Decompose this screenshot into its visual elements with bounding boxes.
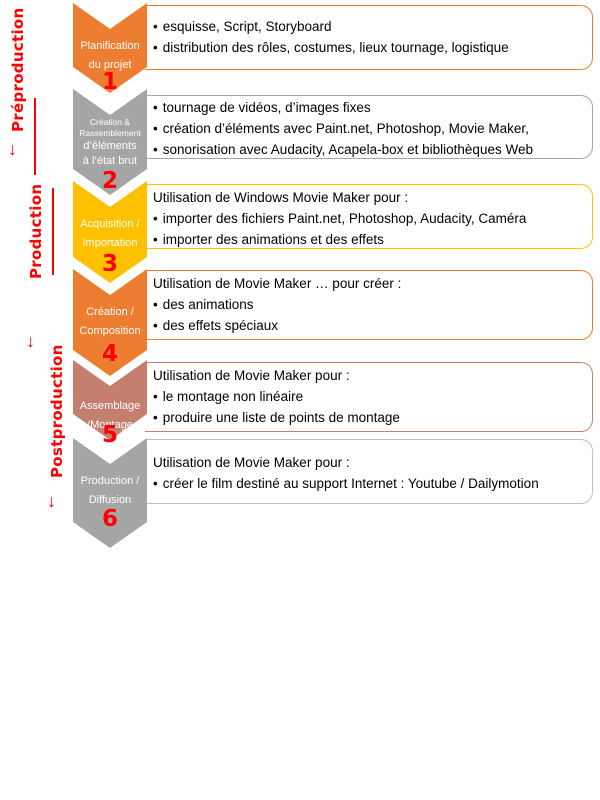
step-title-line: d’éléments <box>83 140 137 152</box>
step-title-line: Planification <box>80 40 140 52</box>
step-description-box-1: esquisse, Script, Storyboarddistribution… <box>145 5 593 70</box>
phase-divider-line <box>52 188 54 275</box>
step-bullet-item: des animations <box>153 294 592 315</box>
step-bullet-item: importer des animations et des effets <box>153 229 592 250</box>
step-title-line: Assemblage <box>79 400 141 412</box>
step-description-box-4: Utilisation de Movie Maker … pour créer … <box>145 270 593 340</box>
step-chevron-5: Assemblage/Montage 5 <box>73 360 147 447</box>
down-arrow-icon: ↓ <box>47 491 56 511</box>
step-chevron-1: Planification du projet 1 <box>73 3 147 94</box>
step-chevron-6: Production / Diffusion 6 <box>73 438 147 548</box>
phase-text-preproduction: Préproduction <box>9 7 27 132</box>
step-bullet-item: distribution des rôles, costumes, lieux … <box>153 37 592 58</box>
phase-text-postproduction: Postproduction <box>48 344 66 478</box>
step-title: Création / Composition <box>73 303 147 341</box>
step-bullet-item: des effets spéciaux <box>153 315 592 336</box>
step-bullet-item: création d’éléments avec Paint.net, Phot… <box>153 118 592 139</box>
step-description-box-6: Utilisation de Movie Maker pour : créer l… <box>145 439 593 504</box>
step-title-line: Rassemblement <box>79 128 141 138</box>
step-bullet-item: tournage de vidéos, d’images fixes <box>153 97 592 118</box>
down-arrow-icon: ↓ <box>26 331 35 351</box>
step-title: Création & Rassemblement d’éléments à l’éta… <box>73 117 147 169</box>
step-bullet-item: esquisse, Script, Storyboard <box>153 16 592 37</box>
step-chevron-3: Acquisition / Importation 3 <box>73 181 147 283</box>
step-intro-text: Utilisation de Windows Movie Maker pour … <box>153 190 409 205</box>
step-title-line: à l’état brut <box>82 155 138 167</box>
phase-text-production: Production <box>27 183 45 279</box>
step-bullet-item: importer des fichiers Paint.net, Photosh… <box>153 208 592 229</box>
step-title-line: Production / <box>80 475 140 487</box>
step-description-box-5: Utilisation de Movie Maker pour : le mont… <box>145 362 593 432</box>
step-intro-text: Utilisation de Movie Maker pour : <box>153 368 350 383</box>
step-chevron-2: Création & Rassemblement d’éléments à l’éta… <box>73 89 147 195</box>
step-bullet-item: produire une liste de points de montage <box>153 407 592 428</box>
step-number: 6 <box>101 506 118 532</box>
step-title-line: Création / <box>86 306 134 318</box>
step-intro-text: Utilisation de Movie Maker pour : <box>153 455 350 470</box>
phase-divider-line <box>34 98 36 175</box>
step-bullet-item: créer le film destiné au support Interne… <box>153 473 592 494</box>
step-title-line: Création & <box>89 117 131 127</box>
step-description-box-2: tournage de vidéos, d’images fixescréati… <box>145 95 593 159</box>
step-title-line: Acquisition / <box>80 218 140 230</box>
step-bullet-item: le montage non linéaire <box>153 386 592 407</box>
step-description-box-3: Utilisation de Windows Movie Maker pour … <box>145 184 593 249</box>
step-title: Production / Diffusion <box>73 472 147 510</box>
step-title-line: Composition <box>79 325 141 337</box>
step-intro-text: Utilisation de Movie Maker … pour créer … <box>153 276 402 291</box>
step-bullet-item: sonorisation avec Audacity, Acapela-box … <box>153 139 592 160</box>
down-arrow-icon: ↓ <box>8 139 17 159</box>
step-title: Acquisition / Importation <box>73 215 147 253</box>
